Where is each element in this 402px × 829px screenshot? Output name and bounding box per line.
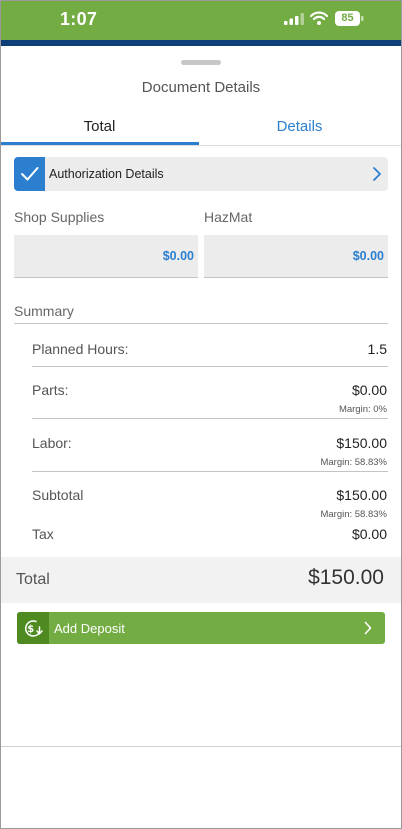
parts-margin: Margin: 0%: [338, 404, 387, 415]
sheet-grabber[interactable]: [181, 60, 221, 65]
authorization-label: Authorization Details: [49, 167, 164, 181]
divider: [32, 418, 388, 419]
hazmat-label: HazMat: [204, 209, 253, 225]
parts-value: $0.00: [351, 382, 387, 398]
planned-hours-label: Planned Hours:: [32, 341, 129, 357]
shop-supplies-field[interactable]: $0.00: [14, 235, 198, 278]
checkmark-icon: [21, 167, 39, 181]
total-value: $150.00: [308, 566, 384, 589]
tab-details[interactable]: Details: [200, 112, 399, 145]
chevron-right-icon: [364, 621, 372, 635]
deposit-icon-container: $: [17, 612, 49, 644]
hazmat-field[interactable]: $0.00: [204, 235, 388, 278]
divider: [32, 471, 388, 472]
wifi-icon: [310, 11, 328, 25]
total-bar: Total $150.00: [0, 557, 402, 603]
tax-label: Tax: [32, 526, 54, 542]
svg-text:$: $: [27, 624, 34, 635]
subtotal-label: Subtotal: [32, 487, 84, 503]
hazmat-value: $0.00: [352, 249, 384, 263]
header-strip: [0, 40, 402, 46]
add-deposit-button[interactable]: $ Add Deposit: [17, 612, 385, 644]
cellular-signal-icon: [284, 13, 304, 25]
labor-value: $150.00: [336, 435, 387, 451]
tax-value: $0.00: [351, 526, 387, 542]
authorization-details-row[interactable]: Authorization Details: [14, 157, 388, 191]
divider: [14, 323, 388, 324]
tab-bar: Total Details: [0, 112, 402, 146]
deposit-icon: $: [25, 620, 43, 637]
labor-margin: Margin: 58.83%: [320, 457, 387, 468]
authorization-checkbox[interactable]: [14, 157, 45, 191]
divider: [0, 746, 402, 747]
active-tab-indicator: [0, 142, 199, 145]
subtotal-margin: Margin: 58.83%: [320, 509, 387, 520]
shop-supplies-label: Shop Supplies: [14, 209, 105, 225]
page-title: Document Details: [141, 79, 261, 96]
parts-label: Parts:: [32, 382, 69, 398]
chevron-right-icon: [373, 167, 381, 181]
labor-label: Labor:: [32, 435, 72, 451]
divider: [32, 366, 388, 367]
tab-total[interactable]: Total: [0, 112, 199, 145]
subtotal-value: $150.00: [336, 487, 387, 503]
add-deposit-label: Add Deposit: [54, 621, 125, 636]
status-bar: 1:07 85: [0, 0, 402, 40]
shop-supplies-value: $0.00: [162, 249, 194, 263]
status-time: 1:07: [60, 9, 98, 29]
total-label: Total: [16, 571, 50, 588]
planned-hours-value: 1.5: [367, 341, 387, 357]
battery-level: 85: [341, 12, 354, 24]
summary-heading: Summary: [14, 303, 74, 319]
